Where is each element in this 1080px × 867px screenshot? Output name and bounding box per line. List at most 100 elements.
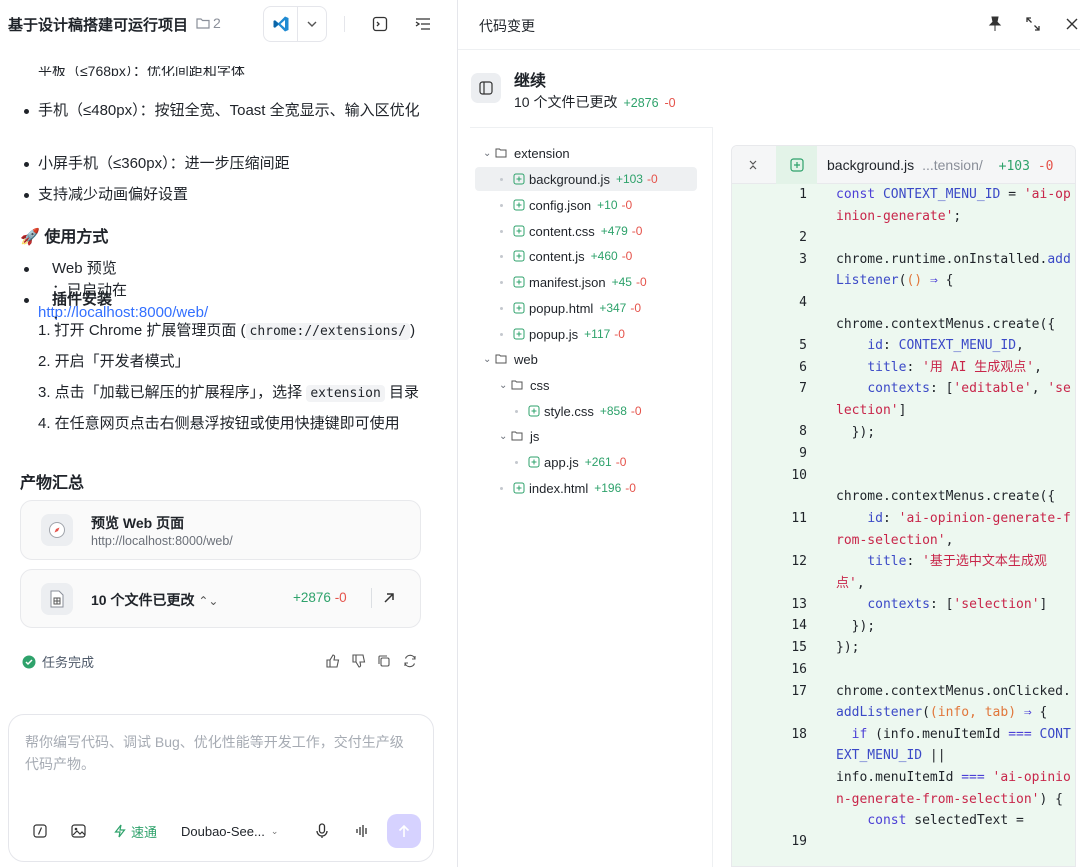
line-number: 5 bbox=[799, 338, 807, 353]
tree-folder-extension[interactable]: ⌄ extension bbox=[483, 141, 570, 165]
task-status: 任务完成 bbox=[22, 652, 94, 671]
line-number: 16 bbox=[791, 662, 807, 677]
tree-file-index-html[interactable]: index.html +196 -0 bbox=[500, 476, 636, 500]
line-number: 4 bbox=[799, 295, 807, 310]
line-number: 19 bbox=[791, 834, 807, 849]
step-item: 1. 打开 Chrome 扩展管理页面 (chrome://extensions… bbox=[38, 322, 416, 340]
chevron-down-icon: ⌄ bbox=[483, 353, 492, 365]
summary-title: 继续 bbox=[514, 73, 547, 90]
line-number: 11 bbox=[791, 511, 807, 526]
task-status-text: 任务完成 bbox=[42, 655, 95, 670]
tree-file-manifest[interactable]: manifest.json +45 -0 bbox=[500, 270, 647, 294]
line-number: 18 bbox=[791, 727, 807, 742]
tree-file-style-css[interactable]: style.css +858 -0 bbox=[515, 399, 642, 423]
folder-icon bbox=[511, 380, 523, 390]
copy-icon[interactable] bbox=[375, 652, 393, 670]
tree-file-content-js[interactable]: content.js +460 -0 bbox=[500, 244, 632, 268]
diff-viewer: background.js ...tension/ +103 -0 1 2 3 … bbox=[731, 145, 1076, 867]
voice-wave-icon[interactable] bbox=[353, 819, 371, 843]
outline-icon[interactable] bbox=[412, 13, 434, 35]
tree-folder-js[interactable]: ⌄ js bbox=[499, 424, 539, 448]
close-icon[interactable] bbox=[1062, 14, 1080, 34]
list-item: 小屏手机（≤360px）：进一步压缩间距 bbox=[24, 153, 290, 175]
step-item: 4. 在任意网页点击右侧悬浮按钮或使用快捷键即可使用 bbox=[38, 415, 400, 432]
file-added-icon bbox=[513, 482, 525, 494]
line-number: 2 bbox=[799, 230, 807, 245]
collapse-icon[interactable] bbox=[746, 158, 760, 172]
diff-header: background.js ...tension/ +103 -0 bbox=[732, 146, 1075, 184]
diff-code: 1 2 3 4 5 6 7 8 9 10 11 12 13 14 15 16 1… bbox=[732, 184, 1075, 866]
line-number: 9 bbox=[799, 446, 807, 461]
file-added-icon bbox=[513, 173, 525, 185]
microphone-icon[interactable] bbox=[313, 819, 331, 843]
file-added-icon bbox=[513, 199, 525, 211]
chat-header: 基于设计稿搭建可运行项目 2 bbox=[0, 0, 452, 50]
file-added-icon bbox=[513, 225, 525, 237]
file-added-icon bbox=[528, 456, 540, 468]
line-number: 10 bbox=[791, 468, 807, 483]
inline-code: chrome://extensions/ bbox=[245, 323, 411, 340]
refresh-icon[interactable] bbox=[401, 652, 419, 670]
image-upload-icon[interactable] bbox=[69, 819, 87, 843]
tree-file-config[interactable]: config.json +10 -0 bbox=[500, 193, 632, 217]
line-number: 7 bbox=[799, 381, 807, 396]
send-button[interactable] bbox=[387, 814, 421, 848]
list-item: 手机（≤480px）：按钮全宽、Toast 全宽显示、输入区优化 bbox=[24, 100, 424, 122]
expand-icon[interactable] bbox=[1023, 14, 1043, 34]
panel-header: 代码变更 bbox=[458, 0, 1080, 50]
compass-icon bbox=[41, 514, 73, 546]
folder-count-value: 2 bbox=[213, 15, 221, 31]
tree-file-background[interactable]: background.js +103 -0 bbox=[475, 167, 697, 191]
slash-command-icon[interactable] bbox=[31, 819, 49, 843]
line-number: 8 bbox=[799, 424, 807, 439]
arrow-up-icon bbox=[398, 824, 410, 837]
file-added-icon bbox=[513, 328, 525, 340]
artifacts-heading: 产物汇总 bbox=[20, 475, 85, 492]
step-item: 3. 点击「加载已解压的扩展程序」，选择 extension 目录 bbox=[38, 384, 419, 402]
file-tree: ⌄ extension background.js +103 -0 config.j… bbox=[470, 127, 713, 867]
files-card-stats: +2876 -0 bbox=[293, 590, 347, 605]
message-input[interactable] bbox=[25, 731, 417, 791]
file-added-icon bbox=[513, 276, 525, 288]
folder-count[interactable]: 2 bbox=[196, 15, 221, 31]
thumbs-up-icon[interactable] bbox=[324, 652, 342, 670]
diff-file-name: background.js bbox=[827, 157, 915, 173]
model-selector[interactable]: Doubao-See... ⌄ bbox=[181, 819, 278, 843]
terminal-icon[interactable] bbox=[369, 13, 391, 35]
speed-mode-button[interactable]: 速通 bbox=[114, 819, 157, 843]
project-title: 基于设计稿搭建可运行项目 bbox=[8, 17, 189, 34]
file-added-icon bbox=[528, 405, 540, 417]
tree-file-content-css[interactable]: content.css +479 -0 bbox=[500, 219, 642, 243]
preview-card[interactable]: 预览 Web 页面 http://localhost:8000/web/ bbox=[20, 500, 421, 560]
tree-folder-web[interactable]: ⌄ web bbox=[483, 347, 538, 371]
tree-file-popup-html[interactable]: popup.html +347 -0 bbox=[500, 296, 641, 320]
pin-icon[interactable] bbox=[985, 14, 1005, 34]
panel-toggle-icon[interactable] bbox=[471, 73, 501, 103]
files-changed-card[interactable]: 10 个文件已更改 ⌃⌄ +2876 -0 bbox=[20, 569, 421, 628]
check-circle-icon bbox=[22, 655, 36, 668]
tree-folder-css[interactable]: ⌄ css bbox=[499, 373, 550, 397]
chevron-down-icon[interactable] bbox=[298, 7, 326, 41]
divider bbox=[371, 588, 372, 608]
preview-card-title: 预览 Web 页面 bbox=[91, 515, 185, 531]
ide-switcher[interactable] bbox=[263, 6, 327, 42]
line-number: 12 bbox=[791, 554, 807, 569]
expand-collapse-icon: ⌃⌄ bbox=[198, 594, 219, 608]
thumbs-down-icon[interactable] bbox=[350, 652, 368, 670]
chevron-down-icon: ⌄ bbox=[499, 379, 508, 391]
tree-file-app-js[interactable]: app.js +261 -0 bbox=[515, 450, 626, 474]
open-external-icon[interactable] bbox=[379, 588, 399, 608]
line-number: 1 bbox=[799, 187, 807, 202]
file-added-icon bbox=[513, 302, 525, 314]
line-number: 15 bbox=[791, 640, 807, 655]
line-number: 3 bbox=[799, 252, 807, 267]
diff-file-path: ...tension/ bbox=[922, 157, 983, 173]
tree-file-popup-js[interactable]: popup.js +117 -0 bbox=[500, 322, 625, 346]
preview-card-url: http://localhost:8000/web/ bbox=[91, 534, 233, 548]
chevron-down-icon: ⌄ bbox=[483, 147, 492, 159]
diff-file-info: background.js ...tension/ +103 -0 bbox=[827, 157, 1054, 174]
lightning-icon bbox=[114, 824, 126, 838]
usage-heading: 🚀 使用方式 bbox=[20, 229, 109, 246]
panel-title: 代码变更 bbox=[479, 18, 535, 34]
vscode-icon[interactable] bbox=[264, 7, 298, 41]
